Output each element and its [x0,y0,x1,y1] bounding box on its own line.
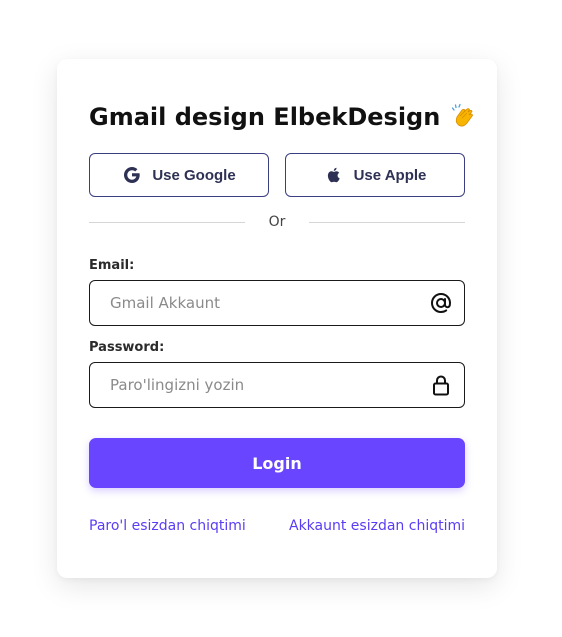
divider-text: Or [268,214,286,230]
password-field-wrapper [89,362,465,408]
recovery-links: Paro'l esizdan chiqtimi Akkaunt esizdan … [89,518,465,534]
login-card: Gmail design ElbekDesign Use Google Use … [57,59,497,578]
email-field-wrapper [89,280,465,326]
at-sign-icon [428,290,454,316]
title-text: Gmail design ElbekDesign [89,103,441,131]
password-label: Password: [89,340,165,355]
forgot-password-link[interactable]: Paro'l esizdan chiqtimi [89,518,246,534]
password-field[interactable] [110,376,428,394]
use-google-button[interactable]: Use Google [89,153,269,197]
use-apple-label: Use Apple [353,166,427,184]
clapping-hands-icon [450,103,478,131]
divider-line-left [89,221,245,223]
login-button[interactable]: Login [89,438,465,488]
email-label: Email: [89,258,135,273]
use-google-label: Use Google [152,166,236,184]
divider-line-right [309,221,465,223]
apple-icon [324,165,344,185]
or-divider: Or [89,212,465,232]
lock-icon [428,372,454,398]
forgot-account-link[interactable]: Akkaunt esizdan chiqtimi [289,518,465,534]
page-title: Gmail design ElbekDesign [89,103,478,131]
social-login-row: Use Google Use Apple [89,153,465,197]
email-field[interactable] [110,294,428,312]
google-icon [122,165,142,185]
use-apple-button[interactable]: Use Apple [285,153,465,197]
